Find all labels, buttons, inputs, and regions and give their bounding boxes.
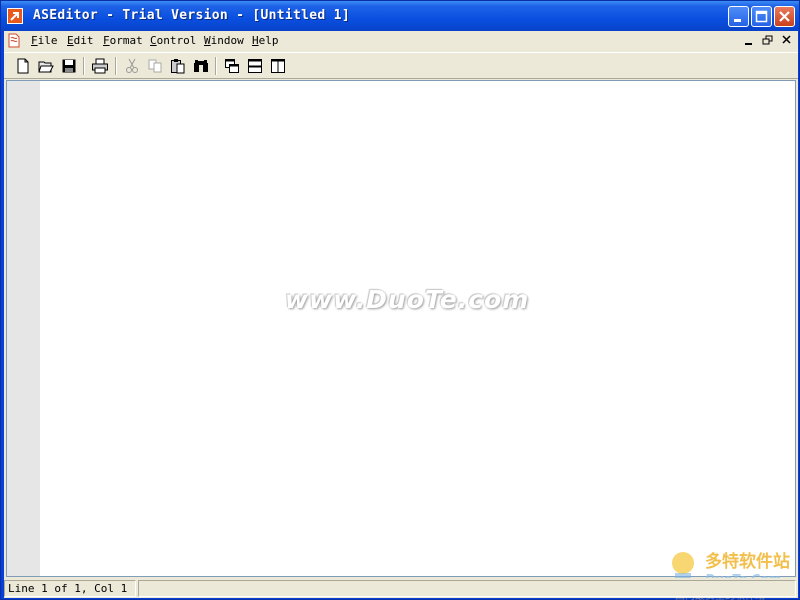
status-pane-empty — [138, 580, 796, 597]
toolbar-separator — [115, 57, 117, 75]
text-editor-area[interactable]: www.DuoTe.com 多特软件站 DuoTe.Com 国内最安全的软件站 — [6, 80, 796, 600]
copy-icon[interactable] — [144, 56, 166, 76]
toolbar-separator — [215, 57, 217, 75]
paste-icon[interactable] — [167, 56, 189, 76]
child-close-icon[interactable] — [780, 34, 794, 47]
window-title: ASEditor - Trial Version - [Untitled 1] — [33, 8, 350, 23]
tile-vertical-icon[interactable] — [267, 56, 289, 76]
open-folder-icon[interactable] — [35, 56, 57, 76]
toolbar — [4, 52, 798, 79]
title-bar[interactable]: ASEditor - Trial Version - [Untitled 1] — [1, 1, 799, 31]
close-button[interactable] — [774, 6, 795, 27]
new-file-icon[interactable] — [12, 56, 34, 76]
tile-horizontal-icon[interactable] — [244, 56, 266, 76]
menu-window[interactable]: Window — [204, 34, 244, 47]
cut-icon[interactable] — [121, 56, 143, 76]
status-bar: Line 1 of 1, Col 1 — [4, 578, 798, 598]
find-binoculars-icon[interactable] — [190, 56, 212, 76]
toolbar-separator — [83, 57, 85, 75]
menu-help[interactable]: Help — [252, 34, 279, 47]
child-minimize-icon[interactable] — [742, 34, 756, 47]
watermark-text: www.DuoTe.com — [285, 285, 530, 314]
print-icon[interactable] — [89, 56, 111, 76]
save-icon[interactable] — [58, 56, 80, 76]
client-area: File Edit Format Control Window Help www… — [4, 31, 798, 600]
child-restore-icon[interactable] — [761, 34, 775, 47]
menu-format[interactable]: Format — [103, 34, 143, 47]
aseditor-app-icon[interactable] — [7, 8, 23, 24]
logo-chinese-name: 多特软件站 — [705, 551, 790, 572]
minimize-button[interactable] — [728, 6, 749, 27]
app-window: ASEditor - Trial Version - [Untitled 1] … — [0, 0, 800, 600]
menu-control[interactable]: Control — [150, 34, 196, 47]
cursor-position-status: Line 1 of 1, Col 1 — [4, 580, 136, 597]
menu-bar: File Edit Format Control Window Help — [4, 31, 798, 51]
maximize-button[interactable] — [751, 6, 772, 27]
line-number-gutter — [7, 81, 40, 576]
document-icon[interactable] — [7, 33, 21, 48]
menu-edit[interactable]: Edit — [67, 34, 94, 47]
menu-file[interactable]: File — [31, 34, 58, 47]
cascade-windows-icon[interactable] — [221, 56, 243, 76]
